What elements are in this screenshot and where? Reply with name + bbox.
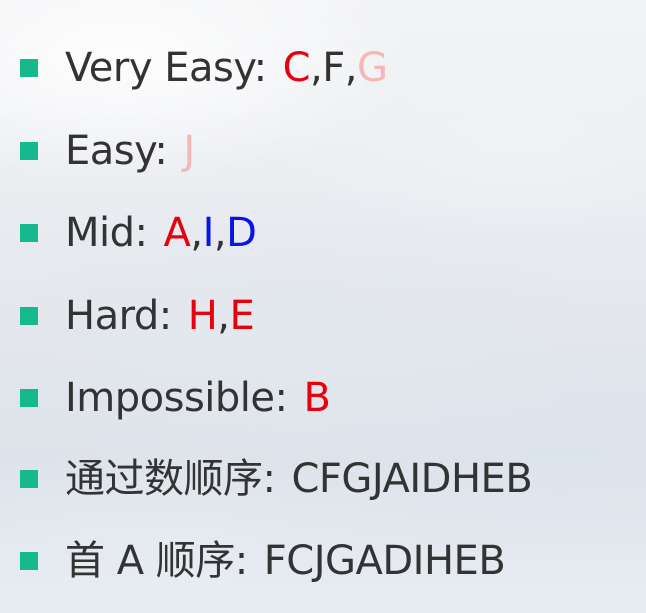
list-item-first-ac-order: 首 A 顺序: FCJGADIHEB [0,529,646,593]
bullet-square-icon [20,389,38,407]
item-label: Impossible: [65,375,288,421]
item-text: Impossible: B [65,366,331,430]
item-value-part: I [202,210,215,256]
item-value-part: , [217,293,230,339]
item-value-part: , [190,210,203,256]
item-value-part: F [322,45,345,91]
item-label: Hard: [65,293,172,339]
bullet-square-icon [20,59,38,77]
item-text: 通过数顺序: CFGJAIDHEB [65,447,533,511]
item-label: Mid: [65,210,148,256]
item-text: Very Easy: C,F,G [65,36,388,100]
item-value-part: , [213,210,227,256]
bullet-square-icon [20,470,38,488]
item-label: Very Easy: [65,45,267,91]
list-item-hard: Hard: H,E [0,284,646,348]
list-item-impossible: Impossible: B [0,366,646,430]
list-item-easy: Easy: J [0,119,646,183]
difficulty-list: Very Easy: C,F,G Easy: J Mid: A,I,D Hard: H,… [0,0,646,613]
item-text: 首 A 顺序: FCJGADIHEB [65,529,506,593]
item-text: Mid: A,I,D [65,201,257,265]
item-label: 通过数顺序: [65,456,276,502]
list-item-pass-count-order: 通过数顺序: CFGJAIDHEB [0,447,646,511]
item-value-part: A [163,210,191,256]
item-label: 首 A 顺序: [65,538,248,584]
bullet-square-icon [20,142,38,160]
item-value-part: G [356,45,388,91]
bullet-square-icon [20,552,38,570]
item-value-part: E [229,293,255,339]
item-label: Easy: [65,128,168,174]
item-value-part: FCJGADIHEB [263,538,506,584]
item-value-part: B [303,375,331,421]
bullet-square-icon [20,224,38,242]
item-value-part: H [187,293,218,339]
item-value-part: , [344,45,358,91]
item-value-part: D [226,210,257,256]
item-text: Easy: J [65,119,195,183]
item-value-part: , [310,45,323,91]
item-value-part: C [282,45,311,91]
item-value-part: CFGJAIDHEB [291,456,533,502]
list-item-mid: Mid: A,I,D [0,201,646,265]
item-text: Hard: H,E [65,284,255,348]
item-value-part: J [183,128,195,174]
bullet-square-icon [20,307,38,325]
list-item-very-easy: Very Easy: C,F,G [0,36,646,100]
